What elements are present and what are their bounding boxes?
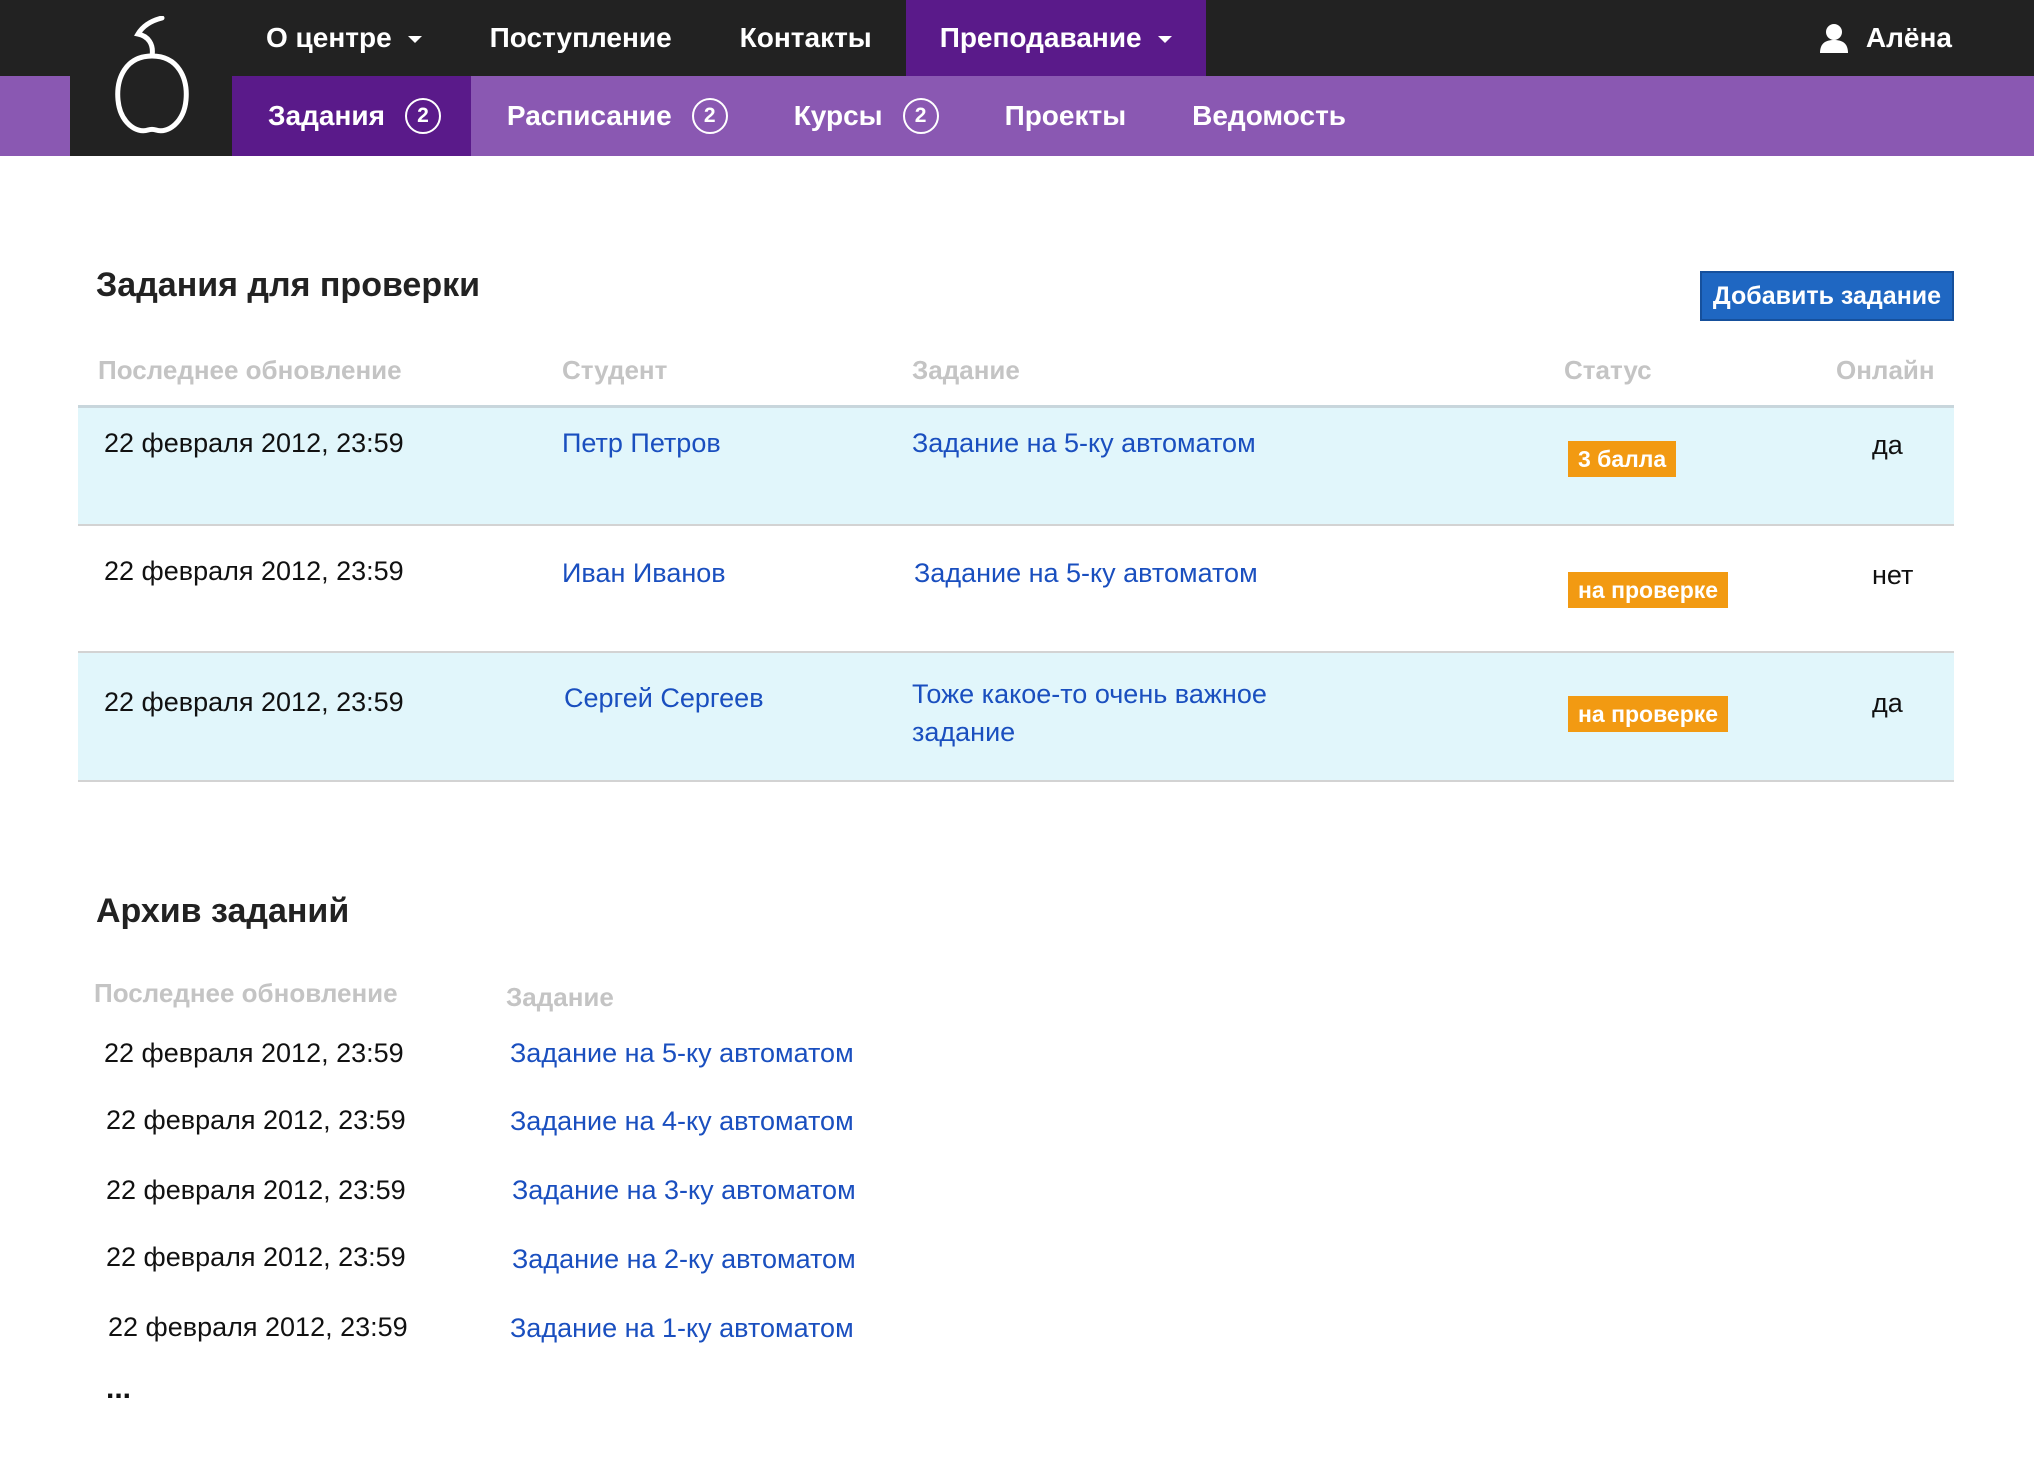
archive-row-updated: 22 февраля 2012, 23:59 <box>106 1105 406 1135</box>
column-header-status: Статус <box>1564 355 1652 385</box>
nav-item-label: Преподавание <box>939 22 1142 53</box>
archive-row-updated: 22 февраля 2012, 23:59 <box>104 1038 404 1068</box>
row-updated: 22 февраля 2012, 23:59 <box>104 556 404 586</box>
subnav-item-schedule[interactable]: Расписание 2 <box>471 76 758 156</box>
task-link-line: Тоже какое-то очень важное <box>912 679 1267 709</box>
subnav-item-label: Ведомость <box>1192 100 1347 131</box>
student-link[interactable]: Сергей Сергеев <box>564 679 764 717</box>
nav-item-label: Контакты <box>739 22 872 53</box>
subnav-item-label: Задания <box>268 100 385 131</box>
subnav-item-gradebook[interactable]: Ведомость <box>1156 76 1376 156</box>
apple-logo-icon <box>115 16 189 134</box>
status-badge: на проверке <box>1568 696 1729 732</box>
column-header-task: Задание <box>506 982 614 1012</box>
column-header-student: Студент <box>562 355 668 385</box>
column-header-updated: Последнее обновление <box>98 355 402 385</box>
task-link[interactable]: Задание на 5-ку автоматом <box>914 554 1258 592</box>
nav-item-teaching[interactable]: Преподавание <box>905 0 1206 76</box>
archive-row-updated: 22 февраля 2012, 23:59 <box>106 1175 406 1205</box>
subnav-item-projects[interactable]: Проекты <box>969 76 1157 156</box>
task-link[interactable]: Задание на 5-ку автоматом <box>912 424 1256 462</box>
nav-item-contacts[interactable]: Контакты <box>706 0 906 76</box>
main-nav: О центре Поступление Контакты Преподаван… <box>232 0 1206 76</box>
archive-task-link[interactable]: Задание на 5-ку автоматом <box>510 1038 854 1069</box>
status-badge: на проверке <box>1568 572 1729 608</box>
student-link[interactable]: Петр Петров <box>562 424 721 462</box>
subnav-item-courses[interactable]: Курсы 2 <box>758 76 969 156</box>
archive-section-title: Архив заданий <box>96 892 350 930</box>
count-badge: 2 <box>902 98 939 134</box>
nav-item-admission[interactable]: Поступление <box>456 0 706 76</box>
row-updated: 22 февраля 2012, 23:59 <box>104 428 404 458</box>
table-header-divider <box>78 405 1954 408</box>
sub-nav: Задания 2 Расписание 2 Курсы 2 Проекты В… <box>232 76 1376 156</box>
task-link[interactable]: Тоже какое-то очень важное задание <box>912 675 1267 751</box>
user-menu[interactable]: Алёна <box>1819 0 1952 76</box>
subnav-item-tasks[interactable]: Задания 2 <box>232 76 471 156</box>
user-name: Алёна <box>1865 22 1952 53</box>
online-value: да <box>1872 430 1903 460</box>
archive-row-updated: 22 февраля 2012, 23:59 <box>108 1312 408 1342</box>
archive-task-link[interactable]: Задание на 1-ку автоматом <box>510 1313 854 1344</box>
subnav-item-label: Проекты <box>1004 100 1127 131</box>
column-header-updated: Последнее обновление <box>94 978 398 1008</box>
row-updated: 22 февраля 2012, 23:59 <box>104 687 404 717</box>
archive-task-link[interactable]: Задание на 3-ку автоматом <box>512 1175 856 1206</box>
count-badge: 2 <box>404 98 441 134</box>
archive-task-link[interactable]: Задание на 2-ку автоматом <box>512 1244 856 1275</box>
online-value: да <box>1872 688 1903 718</box>
online-value: нет <box>1872 560 1914 590</box>
archive-row-updated: 22 февраля 2012, 23:59 <box>106 1242 406 1272</box>
task-link-line: задание <box>912 717 1016 747</box>
logo[interactable] <box>70 0 232 156</box>
subnav-item-label: Расписание <box>506 100 672 131</box>
count-badge: 2 <box>691 98 728 134</box>
subnav-item-label: Курсы <box>793 100 883 131</box>
caret-down-icon <box>407 35 422 43</box>
column-header-online: Онлайн <box>1836 355 1935 385</box>
nav-item-label: Поступление <box>489 22 672 53</box>
status-badge: 3 балла <box>1568 441 1677 477</box>
row-divider <box>78 780 1954 782</box>
nav-item-label: О центре <box>266 22 392 53</box>
archive-more[interactable]: ... <box>106 1372 131 1406</box>
caret-down-icon <box>1157 35 1172 43</box>
add-task-button[interactable]: Добавить задание <box>1700 271 1954 321</box>
column-header-task: Задание <box>912 355 1020 385</box>
archive-task-link[interactable]: Задание на 4-ку автоматом <box>510 1106 854 1137</box>
nav-item-about[interactable]: О центре <box>232 0 456 76</box>
review-section-title: Задания для проверки <box>96 266 481 304</box>
student-link[interactable]: Иван Иванов <box>562 554 726 592</box>
user-icon <box>1819 23 1848 53</box>
